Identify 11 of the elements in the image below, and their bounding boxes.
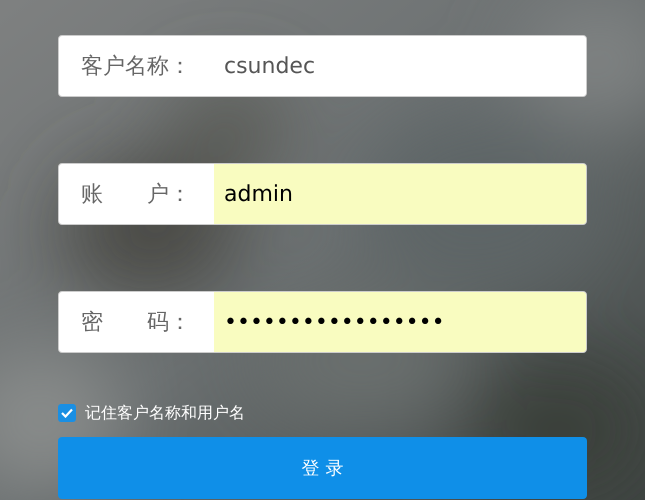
input-field[interactable]: 账 户： admin [58, 163, 587, 225]
field-value: ••••••••••••••••• [214, 292, 586, 352]
input-field[interactable]: 客户名称： csundec [58, 35, 587, 97]
remember-checkbox[interactable] [58, 404, 76, 422]
field-label: 密 码： [80, 308, 192, 336]
field-value: admin [214, 164, 586, 224]
check-icon [61, 408, 73, 418]
field-label: 客户名称： [80, 52, 192, 80]
field-label: 账 户： [80, 180, 192, 208]
remember-label: 记住客户名称和用户名 [85, 402, 245, 424]
input-field[interactable]: 密 码： ••••••••••••••••• [58, 291, 587, 353]
